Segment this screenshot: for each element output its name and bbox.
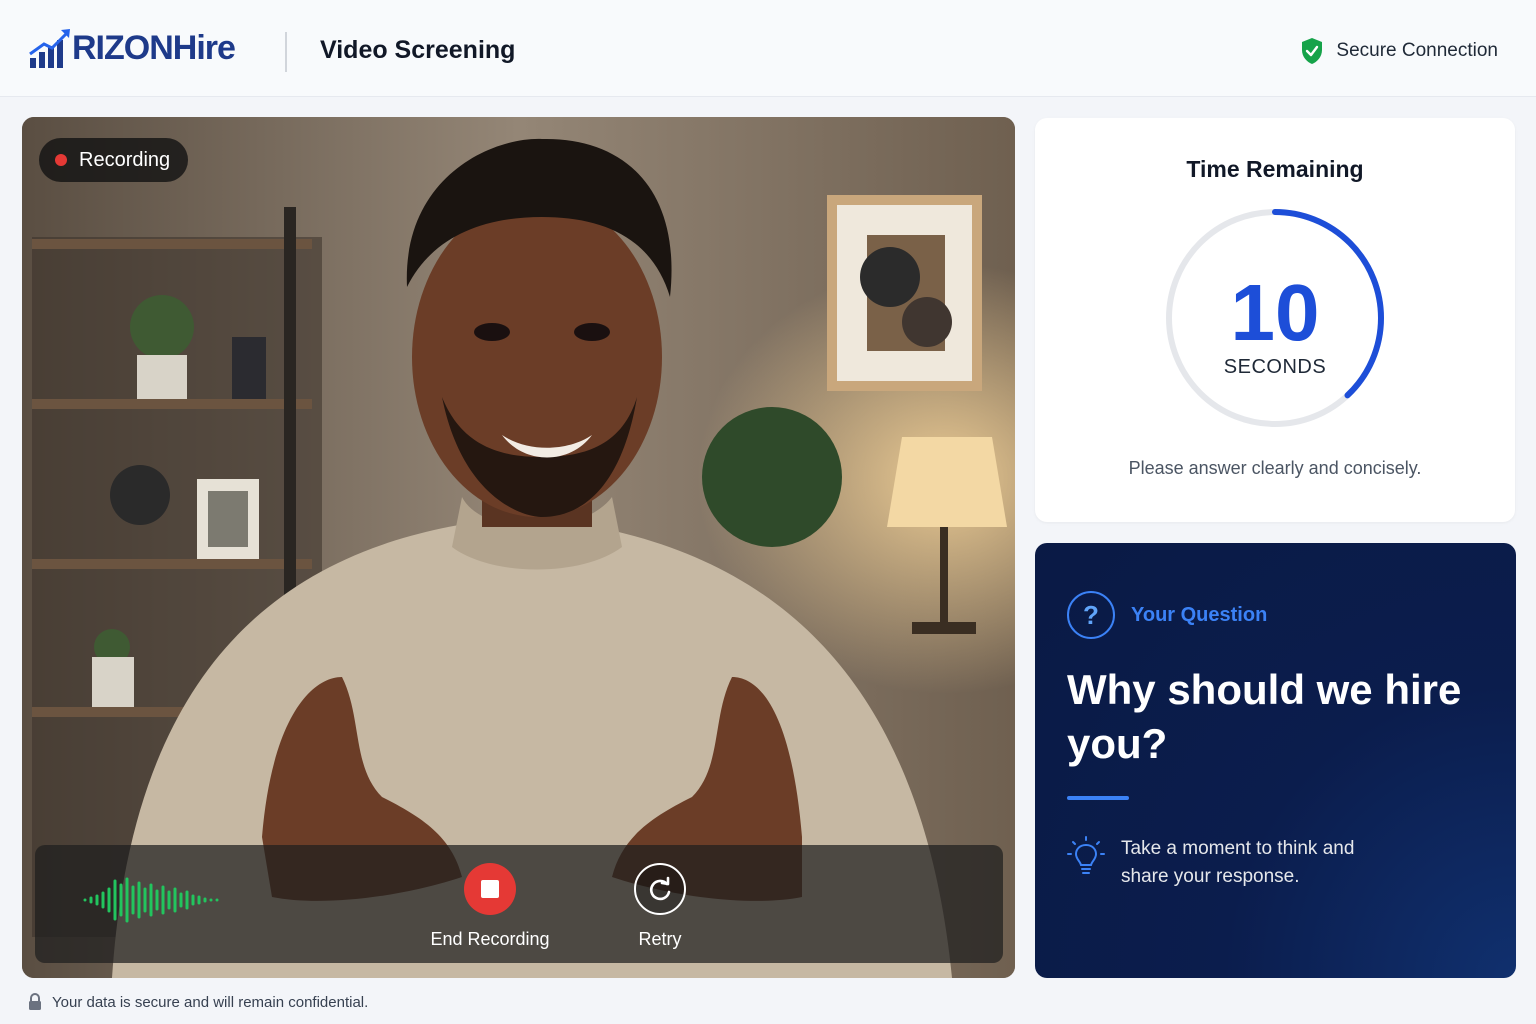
timer-title: Time Remaining [1186, 156, 1364, 182]
lock-icon [29, 993, 41, 1010]
app-header: RIZONHire Video Screening Secure Connect… [0, 0, 1536, 97]
audio-wave-icon [83, 877, 219, 923]
privacy-notice-text: Your data is secure and will remain conf… [52, 993, 369, 1011]
timer-card: Time Remaining 10 SECONDS Please answer … [1035, 118, 1515, 522]
question-tip-text: Take a moment to think and share your re… [1121, 838, 1355, 887]
secure-connection-indicator: Secure Connection [1300, 37, 1498, 65]
record-dot-icon [55, 154, 67, 166]
timer-value: 10 [1230, 268, 1320, 357]
timer-hint: Please answer clearly and concisely. [1128, 458, 1422, 478]
brand-logo[interactable]: RIZONHire [28, 26, 236, 70]
question-text: Why should we hire you? [1067, 666, 1462, 767]
video-preview: Recording End Recording Retry [22, 117, 1015, 978]
retry-label: Retry [638, 929, 682, 949]
lightbulb-icon [1067, 836, 1105, 874]
secure-connection-label: Secure Connection [1336, 40, 1498, 61]
shield-check-icon [1302, 38, 1323, 64]
question-header: ? Your Question [1067, 591, 1267, 639]
question-label: Your Question [1131, 603, 1268, 626]
stop-icon [481, 880, 499, 898]
question-tip: Take a moment to think and share your re… [1067, 835, 1391, 891]
brand-name: RIZONHire [72, 29, 236, 67]
logo-bars-icon [29, 29, 70, 68]
question-icon: ? [1067, 591, 1115, 639]
header-divider [285, 32, 287, 72]
question-accent-rule [1067, 796, 1129, 800]
retry-control[interactable]: Retry [620, 863, 700, 950]
page-title: Video Screening [320, 36, 516, 64]
timer-unit: SECONDS [1223, 356, 1327, 378]
retry-button[interactable] [634, 863, 686, 915]
recording-label: Recording [79, 148, 171, 171]
retry-icon [649, 876, 671, 901]
end-recording-label: End Recording [430, 929, 550, 949]
question-card: ? Your Question Why should we hire you? … [1035, 543, 1516, 978]
recording-badge: Recording [39, 138, 189, 182]
end-recording-button[interactable] [464, 863, 516, 915]
privacy-notice: Your data is secure and will remain conf… [28, 993, 368, 1011]
end-recording-control[interactable]: End Recording [430, 863, 550, 950]
recording-controls-bar: End Recording Retry [35, 845, 1003, 963]
